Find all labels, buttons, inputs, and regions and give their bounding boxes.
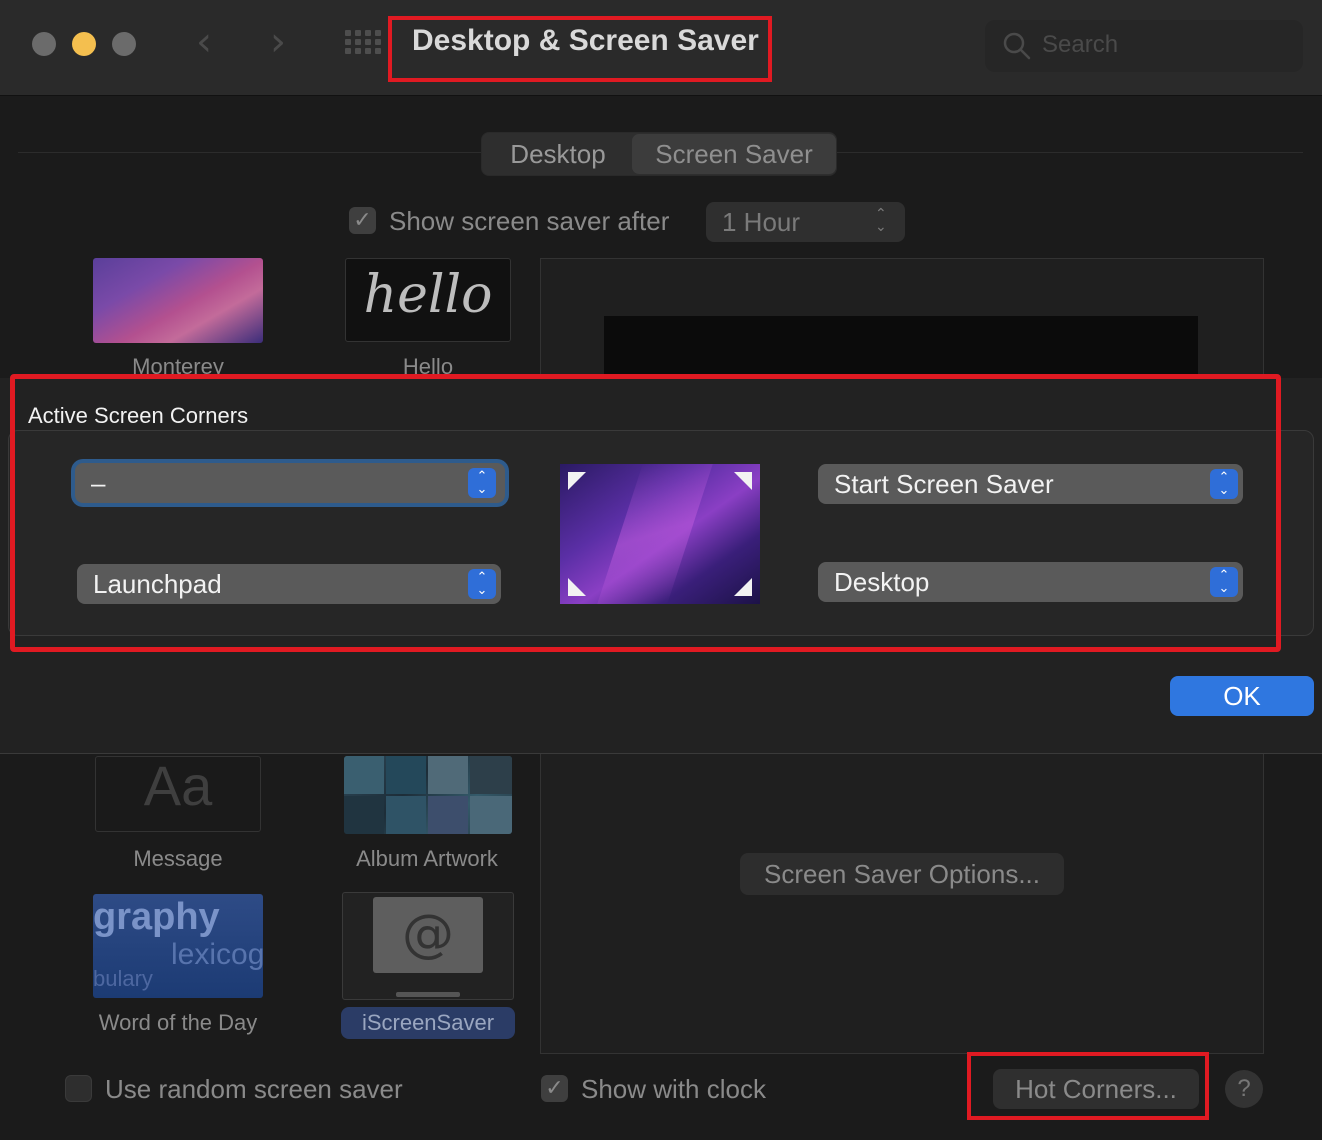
show-after-checkbox[interactable]: ✓: [349, 207, 376, 234]
back-button[interactable]: ‹: [196, 22, 212, 62]
tab-screen-saver[interactable]: Screen Saver: [632, 134, 836, 174]
help-button[interactable]: ?: [1225, 1070, 1263, 1108]
saver-label-iscreensaver: iScreenSaver: [361, 1010, 495, 1035]
show-clock-label: Show with clock: [581, 1074, 766, 1104]
chevron-left-icon: ‹: [196, 19, 212, 65]
message-thumb-text: Aa: [143, 756, 213, 817]
saver-thumb-message[interactable]: Aa: [95, 756, 261, 832]
saver-thumb-album-artwork[interactable]: [344, 756, 512, 834]
close-button[interactable]: [32, 32, 56, 56]
chevron-updown-icon: ⌃ ⌄: [875, 206, 887, 235]
highlight-title: [388, 16, 772, 82]
at-sign-icon: @: [373, 897, 483, 973]
search-input[interactable]: [1042, 30, 1282, 60]
saver-label-message: Message: [133, 846, 223, 871]
forward-button[interactable]: ›: [270, 22, 286, 62]
window: ‹ › Desktop & Screen Saver Desktop Scree…: [0, 0, 1322, 1140]
tab-desktop[interactable]: Desktop: [484, 134, 632, 174]
highlight-corners: [10, 374, 1281, 652]
delay-value: 1 Hour: [722, 207, 801, 237]
random-saver-checkbox[interactable]: [65, 1075, 92, 1102]
show-after-label: Show screen saver after: [389, 206, 670, 236]
saver-thumb-hello[interactable]: hello: [345, 258, 511, 342]
saver-label-album-artwork: Album Artwork: [356, 846, 498, 871]
highlight-hot-corners: [967, 1052, 1209, 1120]
grid-icon[interactable]: [345, 30, 381, 56]
hello-thumb-text: hello: [363, 265, 493, 325]
checkmark-icon: ✓: [353, 208, 372, 233]
screen-saver-options-button[interactable]: Screen Saver Options...: [740, 853, 1064, 895]
minimize-button[interactable]: [72, 32, 96, 56]
saver-label-word-of-the-day: Word of the Day: [98, 1010, 258, 1035]
checkmark-icon: ✓: [545, 1076, 564, 1101]
saver-thumb-word-of-the-day[interactable]: graphy lexicog bulary: [93, 894, 263, 998]
show-clock-checkbox[interactable]: ✓: [541, 1075, 568, 1102]
random-saver-label: Use random screen saver: [105, 1074, 403, 1104]
ok-button[interactable]: OK: [1170, 676, 1314, 716]
chevron-right-icon: ›: [270, 19, 286, 65]
word-thumb-text-1: graphy: [93, 896, 220, 938]
monitor-stand: [396, 992, 460, 997]
word-thumb-text-2: lexicog: [171, 938, 263, 971]
word-thumb-text-3: bulary: [93, 966, 153, 991]
saver-thumb-monterey[interactable]: [93, 258, 263, 343]
preview-screen: [604, 316, 1198, 380]
search-icon: [1003, 32, 1031, 60]
zoom-button[interactable]: [112, 32, 136, 56]
